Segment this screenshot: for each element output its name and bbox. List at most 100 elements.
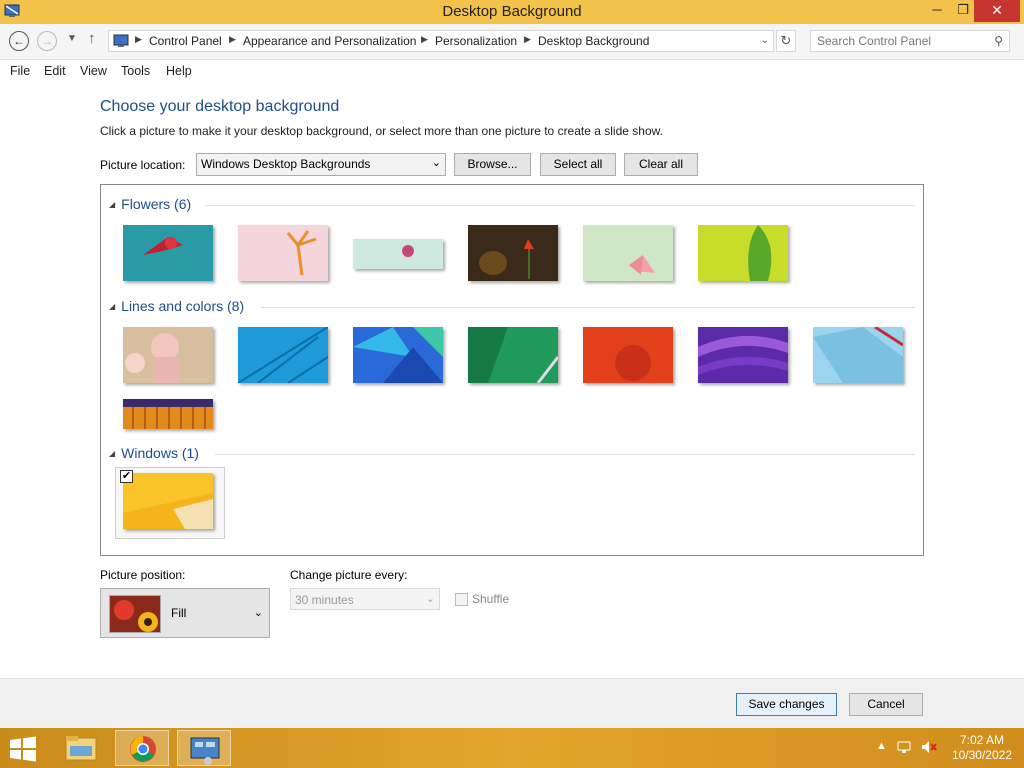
shuffle-label: Shuffle: [472, 592, 510, 606]
address-bar[interactable]: ▶ Control Panel ▶ Appearance and Persona…: [108, 30, 774, 52]
clock-date: 10/30/2022: [951, 748, 1012, 762]
taskbar: ▲ 7:02 AM 10/30/2022: [0, 728, 1024, 768]
collapse-triangle-icon[interactable]: ◢: [109, 200, 115, 209]
breadcrumb-appearance[interactable]: Appearance and Personalization: [243, 34, 416, 48]
wallpaper-thumbnail[interactable]: [123, 473, 213, 529]
forward-button[interactable]: →: [37, 31, 57, 51]
search-input[interactable]: [811, 31, 981, 51]
picture-location-select[interactable]: Windows Desktop Backgrounds ⌄: [196, 153, 446, 176]
chevron-down-icon: ⌄: [425, 593, 435, 605]
chevron-right-icon[interactable]: ▶: [524, 34, 531, 45]
chevron-right-icon[interactable]: ▶: [229, 34, 236, 45]
chevron-right-icon: ▶: [135, 34, 142, 44]
wallpaper-thumbnail[interactable]: [583, 225, 673, 281]
recent-pages-button[interactable]: ▼: [67, 33, 77, 44]
wallpaper-thumbnail[interactable]: [698, 225, 788, 281]
clock-time: 7:02 AM: [959, 733, 1004, 747]
wallpaper-checkbox[interactable]: ✔: [120, 470, 133, 483]
change-picture-label: Change picture every:: [290, 568, 408, 582]
navigation-bar: ← → ▼ ↑ ▶ Control Panel ▶ Appearance and…: [0, 24, 1024, 60]
group-header-lines-and-colors[interactable]: ◢ Lines and colors (8): [109, 298, 244, 314]
folder-icon: [65, 736, 97, 761]
clear-all-button[interactable]: Clear all: [624, 153, 698, 176]
divider: [261, 307, 915, 308]
menu-bar: File Edit View Tools Help: [0, 60, 1024, 82]
wallpaper-thumbnail[interactable]: [353, 239, 443, 269]
picture-position-select[interactable]: Fill ⌄: [100, 588, 270, 638]
menu-edit[interactable]: Edit: [44, 64, 66, 78]
change-picture-select[interactable]: 30 minutes ⌄: [290, 588, 440, 610]
collapse-triangle-icon[interactable]: ◢: [109, 302, 115, 311]
windows-start-icon[interactable]: [8, 736, 38, 762]
chevron-down-icon[interactable]: ⌄: [761, 35, 769, 46]
window-body: ← → ▼ ↑ ▶ Control Panel ▶ Appearance and…: [0, 24, 1024, 728]
picture-location-label: Picture location:: [100, 158, 186, 172]
up-button[interactable]: ↑: [88, 30, 96, 47]
chevron-down-icon: ⌄: [253, 607, 263, 619]
window-title: Desktop Background: [442, 3, 582, 20]
collapse-triangle-icon[interactable]: ◢: [109, 449, 115, 458]
menu-view[interactable]: View: [80, 64, 107, 78]
menu-help[interactable]: Help: [166, 64, 192, 78]
group-header-flowers[interactable]: ◢ Flowers (6): [109, 196, 191, 212]
wallpaper-thumbnail[interactable]: [468, 327, 558, 383]
search-box[interactable]: ⚲: [810, 30, 1010, 52]
wallpaper-thumbnail[interactable]: [813, 327, 903, 383]
file-explorer-taskbar-button[interactable]: [54, 730, 108, 766]
menu-file[interactable]: File: [10, 64, 30, 78]
wallpaper-thumbnail[interactable]: [123, 399, 213, 429]
control-panel-icon: [190, 737, 220, 765]
shuffle-checkbox[interactable]: Shuffle: [455, 592, 509, 606]
save-changes-button[interactable]: Save changes: [736, 693, 837, 716]
select-all-button[interactable]: Select all: [540, 153, 616, 176]
browse-button[interactable]: Browse...: [454, 153, 531, 176]
picture-gallery: ◢ Flowers (6) ◢ Lines and colors (8) ◢ W…: [100, 184, 924, 556]
network-icon[interactable]: [896, 740, 912, 754]
close-button[interactable]: ✕: [974, 0, 1020, 22]
wallpaper-thumbnail[interactable]: [583, 327, 673, 383]
back-button[interactable]: ←: [9, 31, 29, 51]
wallpaper-thumbnail[interactable]: [698, 327, 788, 383]
instructions-text: Click a picture to make it your desktop …: [100, 124, 663, 138]
chevron-down-icon: ⌄: [431, 157, 441, 169]
footer-bar: Save changes Cancel: [0, 678, 1024, 728]
position-preview-image: [109, 595, 161, 633]
chrome-taskbar-button[interactable]: [115, 730, 169, 766]
picture-position-label: Picture position:: [100, 568, 186, 582]
refresh-icon: ↻: [780, 33, 792, 48]
group-title: Lines and colors (8): [121, 298, 245, 314]
divider: [205, 205, 915, 206]
page-title: Choose your desktop background: [100, 98, 340, 115]
menu-tools[interactable]: Tools: [121, 64, 150, 78]
control-panel-taskbar-button[interactable]: [177, 730, 231, 766]
volume-muted-icon[interactable]: [920, 740, 938, 754]
show-hidden-icons-button[interactable]: ▲: [876, 740, 887, 752]
refresh-button[interactable]: ↻: [776, 30, 796, 52]
picture-location-value: Windows Desktop Backgrounds: [201, 157, 371, 171]
group-title: Flowers (6): [121, 196, 192, 212]
checkbox-box[interactable]: [455, 592, 468, 606]
wallpaper-thumbnail[interactable]: [123, 327, 213, 383]
control-panel-icon: [113, 34, 129, 47]
back-arrow-icon: ←: [13, 34, 25, 48]
wallpaper-thumbnail[interactable]: [468, 225, 558, 281]
wallpaper-thumbnail[interactable]: [238, 327, 328, 383]
divider: [215, 454, 915, 455]
wallpaper-thumbnail[interactable]: [123, 225, 213, 281]
breadcrumb-desktop-background[interactable]: Desktop Background: [538, 34, 649, 48]
change-picture-value: 30 minutes: [295, 593, 354, 607]
search-icon[interactable]: ⚲: [994, 34, 1003, 48]
cancel-button[interactable]: Cancel: [849, 693, 923, 716]
taskbar-clock[interactable]: 7:02 AM 10/30/2022: [952, 733, 1012, 763]
group-header-windows[interactable]: ◢ Windows (1): [109, 445, 199, 461]
wallpaper-thumbnail[interactable]: [238, 225, 328, 281]
breadcrumb-personalization[interactable]: Personalization: [435, 34, 517, 48]
breadcrumb-control-panel[interactable]: Control Panel: [149, 34, 222, 48]
picture-position-value: Fill: [171, 606, 187, 620]
title-bar: Desktop Background ─ ❐ ✕: [0, 0, 1024, 24]
chevron-right-icon[interactable]: ▶: [421, 34, 428, 45]
wallpaper-thumbnail[interactable]: [353, 327, 443, 383]
chrome-icon: [130, 736, 156, 762]
forward-arrow-icon: →: [41, 34, 53, 48]
group-title: Windows (1): [121, 445, 199, 461]
